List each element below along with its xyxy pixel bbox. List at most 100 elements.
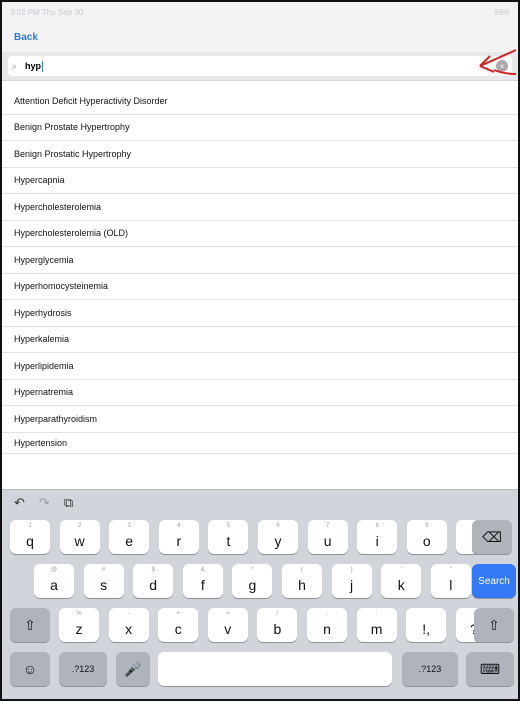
list-item[interactable]: Benign Prostatic Hypertrophy	[2, 141, 518, 168]
list-item[interactable]: Hyperlipidemia	[2, 353, 518, 380]
key-label: 🎤	[124, 660, 142, 677]
key-label: k	[397, 577, 405, 593]
key-hint: :	[375, 611, 378, 617]
status-battery: 99%	[493, 7, 510, 17]
key-label: u	[323, 533, 332, 549]
numbers-key[interactable]: .?123	[59, 652, 107, 686]
key-hint: +	[176, 611, 180, 617]
status-bar: 3:02 PM Thu Sep 30 99%	[2, 2, 518, 22]
list-item[interactable]: Benign Prostate Hypertrophy	[2, 115, 518, 141]
key-label: n	[323, 621, 331, 637]
key-hint: 3	[127, 523, 131, 529]
shift-key[interactable]: ⇧	[10, 608, 50, 642]
list-item[interactable]: Hyperhydrosis	[2, 300, 518, 327]
key-label: ⇧	[24, 616, 36, 633]
list-item[interactable]: Hypercholesterolemia	[2, 194, 518, 221]
undo-icon[interactable]: ↶	[14, 495, 25, 511]
key-label: b	[273, 621, 282, 637]
key-k[interactable]: ' k	[381, 564, 422, 598]
key-hint: 1	[28, 523, 32, 529]
back-button[interactable]: Back	[14, 32, 38, 43]
key-label: .?123	[418, 664, 442, 674]
key-label: Search	[478, 575, 510, 587]
key-hint: 6	[276, 523, 280, 529]
key-y[interactable]: 6y	[258, 520, 298, 554]
paste-icon[interactable]: ⧉	[64, 495, 73, 511]
key-i[interactable]: 8i	[357, 520, 398, 554]
key-hint: '	[400, 567, 402, 573]
list-item[interactable]: Hyperparathyroidism	[2, 406, 518, 433]
navigation-bar: Back	[2, 22, 518, 52]
key-t[interactable]: 5t	[208, 520, 249, 554]
key-label: s	[100, 577, 108, 593]
key-punct-3[interactable]: = v	[207, 608, 248, 642]
results-list: Attention Deficit Hyperactivity Disorder…	[2, 88, 518, 488]
key-punct-1[interactable]: -x	[108, 608, 149, 642]
key-label: i	[375, 533, 379, 549]
key-label: ⌫	[482, 528, 502, 545]
key-f[interactable]: & f	[182, 564, 223, 598]
key-q[interactable]: 1q	[10, 520, 50, 554]
list-item[interactable]: Hyperglycemia	[2, 247, 518, 274]
shift-key-right[interactable]: ⇧	[474, 608, 514, 642]
key-h[interactable]: (h	[282, 564, 322, 598]
numbers-key-right[interactable]: .?123	[402, 652, 458, 686]
search-input[interactable]: ⌕ hyp ×	[8, 56, 512, 76]
key-label: h	[298, 577, 306, 593]
key-l[interactable]: " l	[430, 564, 471, 598]
key-hint: 2	[77, 523, 82, 529]
key-hint: =	[226, 611, 230, 617]
key-punct-4[interactable]: / b	[257, 608, 298, 642]
key-r[interactable]: 4r	[158, 520, 199, 554]
key-hint: *	[251, 567, 254, 573]
key-hint: 9	[425, 523, 429, 529]
annotation-arrow-icon	[479, 49, 517, 75]
search-key[interactable]: Search	[472, 564, 516, 598]
hide-keyboard-key[interactable]: ⌨	[466, 652, 514, 686]
key-label: ⌨	[479, 660, 501, 677]
key-label: w	[74, 533, 85, 549]
key-u[interactable]: 7u	[307, 520, 348, 554]
key-label: ☺	[22, 661, 38, 677]
backspace-key[interactable]: ⌫	[472, 520, 512, 554]
key-label: q	[26, 533, 34, 549]
key-g[interactable]: * g	[232, 564, 273, 598]
key-w[interactable]: 2w	[59, 520, 100, 554]
key-label: d	[149, 577, 158, 593]
list-item[interactable]: Hypercapnia	[2, 168, 518, 194]
microphone-key[interactable]: 🎤	[116, 652, 150, 686]
key-a[interactable]: @ a	[34, 564, 74, 598]
list-item[interactable]: Hypertension	[2, 433, 518, 454]
key-d[interactable]: $ d	[133, 564, 174, 598]
list-item[interactable]: Attention Deficit Hyperactivity Disorder	[2, 88, 518, 115]
key-label: f	[200, 577, 205, 593]
text-cursor	[42, 60, 44, 72]
key-hint: 4	[177, 523, 181, 529]
key-e[interactable]: 3e	[109, 520, 150, 554]
key-punct-5[interactable]: ; n	[307, 608, 347, 642]
search-value: hyp	[25, 61, 42, 71]
search-icon: ⌕	[12, 61, 18, 71]
key-punct-6[interactable]: :m	[356, 608, 397, 642]
keyboard-toolbar: ↶ ↷ ⧉	[2, 490, 518, 516]
key-label: j	[350, 577, 354, 593]
key-punct-2[interactable]: + c	[158, 608, 199, 642]
key-label: z	[75, 621, 83, 637]
key-label: !,	[422, 621, 431, 637]
key-label: y	[274, 533, 282, 549]
list-item[interactable]: Hypercholesterolemia (OLD)	[2, 221, 518, 247]
key-punct-0[interactable]: % z	[59, 608, 99, 642]
key-label: m	[370, 621, 383, 637]
key-o[interactable]: 9o	[406, 520, 447, 554]
list-item[interactable]: Hyperhomocysteinemia	[2, 274, 518, 300]
list-item[interactable]: Hyperkalemia	[2, 327, 518, 353]
key-punct-7[interactable]: !,	[406, 608, 447, 642]
space-key[interactable]	[158, 652, 392, 686]
redo-icon[interactable]: ↷	[39, 495, 50, 511]
emoji-key[interactable]: ☺	[10, 652, 50, 686]
list-item[interactable]: Hypernatremia	[2, 380, 518, 406]
key-hint: "	[449, 567, 452, 573]
key-s[interactable]: # s	[83, 564, 124, 598]
key-label: e	[125, 533, 134, 549]
key-j[interactable]: ) j	[331, 564, 372, 598]
